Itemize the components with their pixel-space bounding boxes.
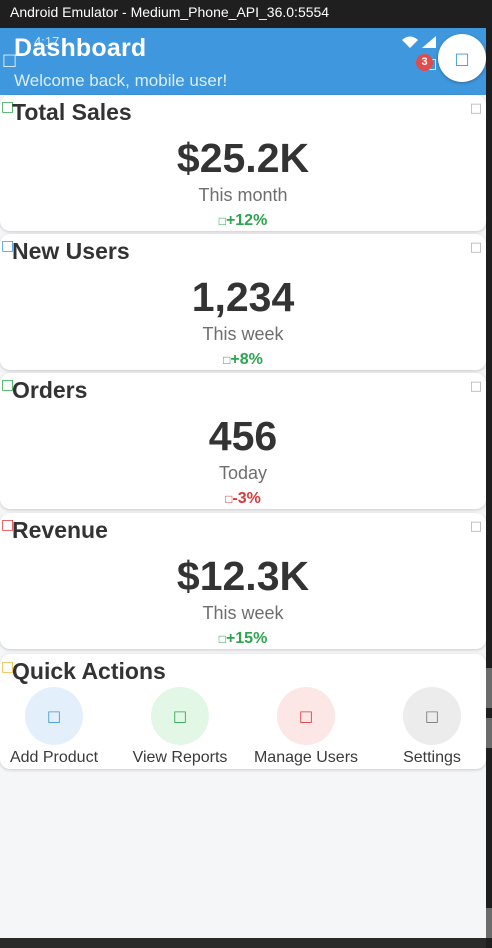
stat-card-title: New Users	[12, 238, 130, 264]
stat-card-change-value: +8%	[230, 351, 263, 368]
gear-icon[interactable]: □	[403, 687, 461, 745]
card-menu-icon[interactable]: □	[470, 519, 482, 534]
profile-button[interactable]: □	[438, 34, 486, 82]
notification-button[interactable]: □ 3	[416, 54, 437, 78]
add-icon[interactable]: □	[25, 687, 83, 745]
stat-card-value: 1,234	[191, 274, 295, 320]
quick-actions-title: Quick Actions	[12, 658, 166, 684]
emulator-side-strip	[486, 28, 492, 948]
stat-card[interactable]: □ Orders □ 456 Today □-3%	[0, 373, 486, 509]
quick-actions-card: □ Quick Actions □ Add Product □ View Report…	[0, 654, 486, 769]
quick-action-label: Manage Users	[253, 749, 359, 766]
trend-up-icon: □	[218, 632, 226, 646]
stat-card-title: Orders	[12, 377, 88, 403]
notification-badge: 3	[416, 54, 433, 71]
stat-card-change-value: +12%	[225, 212, 268, 229]
stat-card-change: □-3%	[0, 490, 486, 508]
quick-action-label: View Reports	[132, 749, 228, 766]
stat-card[interactable]: □ Total Sales □ $25.2K This month □+12%	[0, 95, 486, 231]
reports-icon[interactable]: □	[151, 687, 209, 745]
stat-card-title: Total Sales	[12, 99, 132, 125]
status-icons	[402, 36, 436, 48]
stat-card-title: Revenue	[12, 517, 108, 543]
stat-card[interactable]: □ New Users □ 1,234 This week □+8%	[0, 234, 486, 370]
stat-card-value: 456	[208, 413, 278, 459]
card-menu-icon[interactable]: □	[470, 240, 482, 255]
stat-card-period: Today	[218, 463, 268, 483]
app-header: 4:17 □ Dashboard Welcome back, mobile us…	[0, 28, 486, 95]
stat-card-value: $12.3K	[176, 553, 310, 599]
quick-action-label: Settings	[403, 749, 461, 766]
quick-action-view-reports[interactable]: □ View Reports	[117, 687, 243, 767]
stat-card-period: This week	[202, 603, 284, 623]
emulator-bottom-strip	[0, 938, 486, 948]
card-menu-icon[interactable]: □	[470, 379, 482, 394]
stat-card-period: This week	[202, 324, 284, 344]
quick-action-settings[interactable]: □ Settings	[369, 687, 486, 767]
quick-action-label: Add Product	[9, 749, 99, 766]
stat-card-change: □+8%	[0, 351, 486, 369]
stat-card-change-value: +15%	[225, 630, 268, 647]
phone-screen: 4:17 □ Dashboard Welcome back, mobile us…	[0, 28, 486, 938]
users-icon[interactable]: □	[277, 687, 335, 745]
stat-card[interactable]: □ Revenue □ $12.3K This week □+15%	[0, 513, 486, 649]
quick-action-add-product[interactable]: □ Add Product	[0, 687, 117, 767]
stat-card-change: □+15%	[0, 630, 486, 648]
stat-card-change: □+12%	[0, 212, 486, 230]
quick-action-manage-users[interactable]: □ Manage Users	[243, 687, 369, 767]
signal-icon	[422, 36, 436, 48]
trend-up-icon: □	[218, 214, 226, 228]
stat-card-change-value: -3%	[232, 490, 261, 507]
emulator-title-bar: Android Emulator - Medium_Phone_API_36.0…	[0, 0, 492, 28]
user-icon: □	[454, 48, 470, 68]
emulator-title: Android Emulator - Medium_Phone_API_36.0…	[10, 4, 330, 20]
page-subtitle: Welcome back, mobile user!	[14, 71, 228, 90]
wifi-icon	[402, 36, 418, 48]
stat-card-period: This month	[198, 185, 288, 205]
stat-card-value: $25.2K	[176, 135, 310, 181]
page-title: Dashboard	[14, 34, 147, 62]
card-menu-icon[interactable]: □	[470, 101, 482, 116]
